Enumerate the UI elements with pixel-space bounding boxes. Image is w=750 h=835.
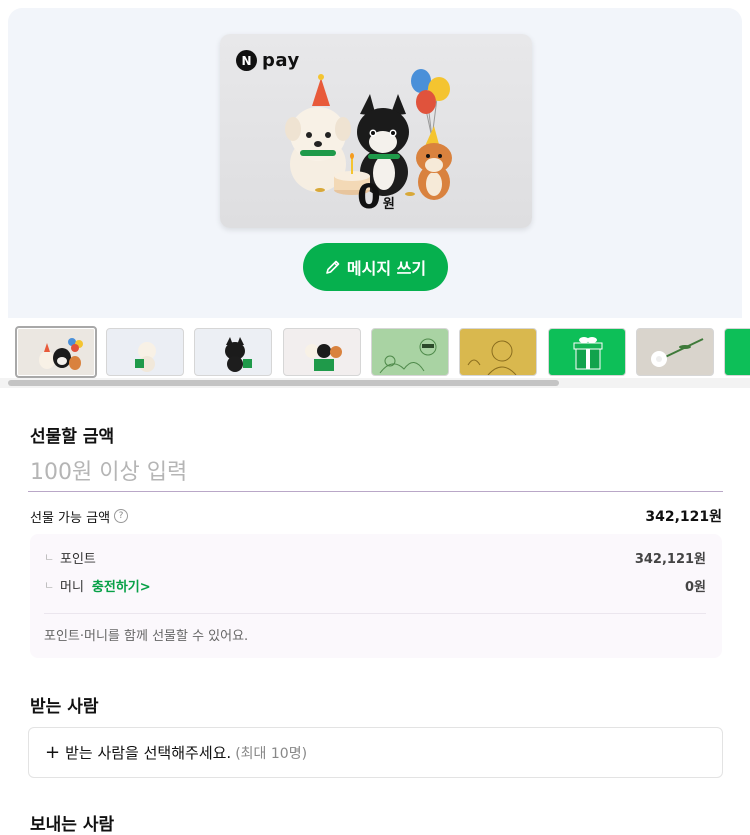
thumb-green-sketch[interactable] (371, 328, 449, 376)
write-message-label: 메시지 쓰기 (346, 259, 427, 278)
point-row: ㄴ 포인트 342,121원 (44, 548, 706, 567)
thumb-party-dogs-image (39, 338, 83, 370)
available-amount-value: 342,121원 (645, 509, 722, 525)
thumb-trio-gift[interactable] (283, 328, 361, 376)
pencil-icon (326, 260, 340, 274)
detail-divider (44, 613, 706, 614)
money-value: 0원 (684, 579, 706, 595)
available-amount-label: 선물 가능 금액 (30, 510, 111, 526)
gift-amount-title: 선물할 금액 (30, 427, 115, 447)
thumb-black-cat-gift-image (225, 337, 252, 372)
thumb-green-partial[interactable] (724, 328, 750, 376)
thumb-white-dog-gift-image (135, 342, 156, 372)
thumb-white-dog-gift[interactable] (106, 328, 184, 376)
help-icon[interactable]: ? (114, 509, 129, 523)
available-amount-row: 선물 가능 금액 ? 342,121원 (30, 506, 722, 526)
money-label: 머니 (60, 579, 84, 595)
thumb-trio-gift-image (305, 344, 342, 371)
thumb-green-giftbox-image (573, 337, 603, 370)
thumb-white-flower-image (651, 338, 704, 367)
recipient-title: 받는 사람 (30, 697, 99, 717)
card-amount-value: 0 (357, 177, 381, 217)
write-message-button[interactable]: 메시지 쓰기 (303, 243, 448, 291)
thumb-gold-portrait[interactable] (459, 328, 537, 376)
combined-gift-note: 포인트·머니를 함께 선물할 수 있어요. (44, 629, 249, 644)
thumb-gold-portrait-image (467, 340, 517, 375)
carousel-scrollbar[interactable] (8, 380, 559, 386)
thumb-green-sketch-image (379, 338, 437, 374)
thumb-party-dogs[interactable] (15, 326, 97, 378)
card-amount-unit: 원 (382, 197, 395, 212)
balance-detail-box: ㄴ 포인트 342,121원 ㄴ 머니 충전하기> 0원 포인트·머니를 함께 … (30, 534, 722, 658)
card-amount: 0원 (220, 177, 532, 217)
plus-icon: + (45, 742, 61, 763)
recipient-prompt: 받는 사람을 선택해주세요. (65, 744, 232, 762)
thumb-green-giftbox[interactable] (548, 328, 626, 376)
point-label: 포인트 (60, 551, 96, 567)
recipient-limit: (최대 10명) (235, 745, 308, 762)
branch-icon: ㄴ (44, 579, 55, 592)
sender-title: 보내는 사람 (30, 815, 115, 835)
point-value: 342,121원 (634, 551, 706, 567)
thumb-black-cat-gift[interactable] (194, 328, 272, 376)
charge-money-link[interactable]: 충전하기> (92, 576, 151, 595)
thumb-white-flower[interactable] (636, 328, 714, 376)
select-recipient-button[interactable]: + 받는 사람을 선택해주세요. (최대 10명) (28, 727, 723, 778)
gift-card-preview: N pay 0 원 (220, 34, 532, 228)
money-row: ㄴ 머니 충전하기> 0원 (44, 576, 706, 595)
branch-icon: ㄴ (44, 551, 55, 564)
gift-amount-input[interactable] (28, 454, 723, 492)
